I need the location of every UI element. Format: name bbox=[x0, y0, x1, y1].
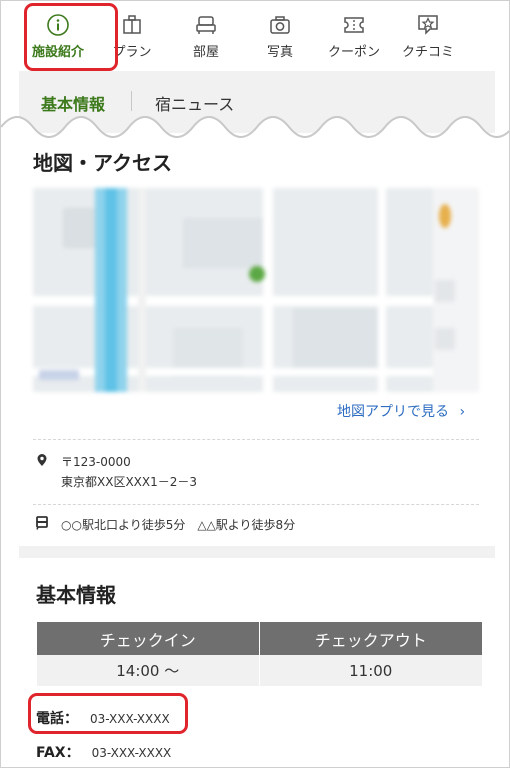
fax-label: FAX： bbox=[36, 745, 80, 761]
coupon-icon bbox=[344, 17, 364, 33]
plan-icon bbox=[123, 15, 141, 34]
nav-label: 写真 bbox=[266, 45, 293, 60]
station-access-text: ○○駅北口より徒歩5分 △△駅より徒歩8分 bbox=[61, 518, 296, 532]
divider bbox=[33, 439, 479, 440]
nav-item-review[interactable]: クチコミ bbox=[391, 5, 465, 71]
checkin-time: 14:00 ～ bbox=[37, 655, 260, 686]
nav-item-coupon[interactable]: クーポン bbox=[317, 5, 391, 71]
section-separator bbox=[19, 546, 495, 558]
nav-item-room[interactable]: 部屋 bbox=[169, 5, 243, 71]
basic-info-title: 基本情報 bbox=[36, 583, 116, 607]
map-app-link-label: 地図アプリで見る bbox=[337, 404, 449, 420]
camera-icon bbox=[270, 16, 290, 34]
highlight-box-nav bbox=[24, 3, 118, 71]
map-graphic bbox=[33, 188, 479, 392]
access-title: 地図・アクセス bbox=[33, 151, 172, 175]
page-frame: 施設紹介 プラン 部屋 写真 クーポン クチコミ 基本情報 宿ニュース 地図・ア… bbox=[0, 0, 510, 768]
table-row: 14:00 ～ 11:00 bbox=[37, 655, 482, 686]
nav-label: クチコミ bbox=[401, 45, 454, 60]
fax-number: 03-XXX-XXXX bbox=[91, 746, 172, 760]
fax-row: FAX： 03-XXX-XXXX bbox=[36, 742, 171, 762]
checkin-header: チェックイン bbox=[37, 622, 260, 655]
review-icon bbox=[418, 15, 438, 35]
divider bbox=[33, 504, 479, 505]
map-app-link[interactable]: 地図アプリで見る › bbox=[337, 401, 465, 421]
highlight-box-phone bbox=[28, 693, 188, 734]
bed-icon bbox=[196, 16, 216, 34]
table-header-row: チェックイン チェックアウト bbox=[37, 622, 482, 655]
train-icon bbox=[36, 516, 48, 530]
checkout-header: チェックアウト bbox=[259, 622, 482, 655]
checkout-time: 11:00 bbox=[349, 661, 393, 680]
address-text: 東京都XX区XXX1－2－3 bbox=[61, 475, 198, 489]
postal-code: 〒123-0000 bbox=[61, 455, 131, 469]
nav-label: 部屋 bbox=[192, 45, 219, 60]
map-image[interactable] bbox=[33, 188, 479, 392]
checkin-table: チェックイン チェックアウト 14:00 ～ 11:00 bbox=[37, 622, 482, 686]
nav-label: クーポン bbox=[327, 45, 380, 60]
access-section: 地図・アクセス bbox=[19, 147, 495, 176]
nav-item-photo[interactable]: 写真 bbox=[243, 5, 317, 71]
location-pin-icon bbox=[37, 454, 47, 466]
nav-label: プラン bbox=[112, 45, 152, 60]
chevron-right-icon: › bbox=[459, 404, 466, 420]
